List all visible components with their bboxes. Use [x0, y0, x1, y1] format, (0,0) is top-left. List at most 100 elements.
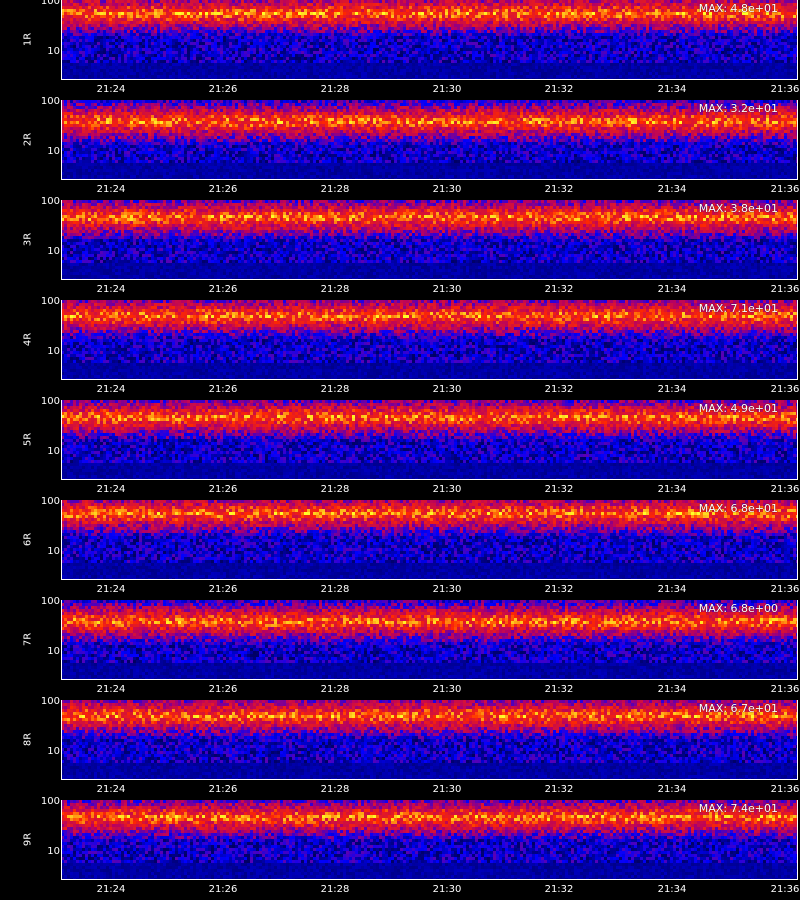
y-axis-label: 7R [22, 632, 34, 647]
x-tick-label: 21:24 [96, 684, 126, 695]
spectrogram-image [61, 600, 798, 680]
x-tick-label: 21:26 [208, 784, 238, 795]
y-tick-label: 10 [47, 546, 60, 557]
x-tick-label: 21:32 [544, 684, 574, 695]
y-axis-label: 4R [22, 332, 34, 347]
y-tick-label: 10 [47, 846, 60, 857]
x-tick-label: 21:32 [544, 884, 574, 895]
y-axis-label: 1R [22, 32, 34, 47]
y-axis-label: 2R [22, 132, 34, 147]
y-tick-label: 100 [40, 396, 60, 407]
x-tick-label: 21:30 [432, 84, 462, 95]
spectrogram-panel-8R: 8R 100 10 MAX: 6.7e+01 21:24 21:26 21:28 21:30 2… [0, 696, 800, 800]
x-tick-label: 21:28 [320, 184, 350, 195]
y-tick-label: 100 [40, 96, 60, 107]
x-tick-label: 21:36 [770, 584, 800, 595]
x-tick-label: 21:28 [320, 384, 350, 395]
x-tick-label: 21:24 [96, 384, 126, 395]
max-value-label: MAX: 7.4e+01 [698, 802, 778, 815]
x-tick-label: 21:34 [657, 584, 687, 595]
spectrogram-panel-9R: 9R 100 10 MAX: 7.4e+01 21:24 21:26 21:28 21:30 2… [0, 796, 800, 900]
x-tick-label: 21:30 [432, 484, 462, 495]
x-tick-label: 21:32 [544, 84, 574, 95]
x-tick-label: 21:26 [208, 484, 238, 495]
y-tick-label: 10 [47, 46, 60, 57]
spectrogram-panel-7R: 7R 100 10 MAX: 6.8e+00 21:24 21:26 21:28 21:30 2… [0, 596, 800, 700]
y-tick-label: 100 [40, 0, 60, 7]
x-tick-label: 21:36 [770, 384, 800, 395]
spectrogram-image [61, 0, 798, 80]
x-tick-label: 21:32 [544, 584, 574, 595]
x-tick-label: 21:34 [657, 484, 687, 495]
x-tick-label: 21:32 [544, 484, 574, 495]
x-tick-label: 21:36 [770, 84, 800, 95]
x-tick-label: 21:34 [657, 284, 687, 295]
max-value-label: MAX: 7.1e+01 [698, 302, 778, 315]
y-tick-label: 10 [47, 446, 60, 457]
x-tick-label: 21:30 [432, 784, 462, 795]
x-tick-label: 21:30 [432, 884, 462, 895]
y-tick-label: 10 [47, 746, 60, 757]
y-axis-label: 9R [22, 832, 34, 847]
y-tick-label: 10 [47, 146, 60, 157]
max-value-label: MAX: 3.8e+01 [698, 202, 778, 215]
spectrogram-panel-2R: 2R 100 10 MAX: 3.2e+01 21:24 21:26 21:28 21:30 2… [0, 96, 800, 200]
spectrogram-image [61, 500, 798, 580]
x-tick-label: 21:24 [96, 884, 126, 895]
x-tick-label: 21:36 [770, 784, 800, 795]
x-tick-label: 21:26 [208, 184, 238, 195]
spectrogram-panel-5R: 5R 100 10 MAX: 4.9e+01 21:24 21:26 21:28 21:30 2… [0, 396, 800, 500]
x-tick-label: 21:36 [770, 184, 800, 195]
x-tick-label: 21:28 [320, 284, 350, 295]
spectrogram-image [61, 300, 798, 380]
spectrogram-image [61, 200, 798, 280]
y-tick-label: 10 [47, 346, 60, 357]
max-value-label: MAX: 6.7e+01 [698, 702, 778, 715]
max-value-label: MAX: 6.8e+00 [698, 602, 778, 615]
x-tick-label: 21:24 [96, 84, 126, 95]
max-value-label: MAX: 4.8e+01 [698, 2, 778, 15]
max-value-label: MAX: 6.8e+01 [698, 502, 778, 515]
y-axis-label: 5R [22, 432, 34, 447]
x-tick-label: 21:30 [432, 584, 462, 595]
y-tick-label: 100 [40, 496, 60, 507]
spectrogram-panel-4R: 4R 100 10 MAX: 7.1e+01 21:24 21:26 21:28 21:30 2… [0, 296, 800, 400]
x-tick-label: 21:30 [432, 284, 462, 295]
spectrogram-image [61, 400, 798, 480]
x-tick-label: 21:28 [320, 784, 350, 795]
x-tick-label: 21:36 [770, 484, 800, 495]
x-tick-label: 21:28 [320, 684, 350, 695]
y-tick-label: 100 [40, 296, 60, 307]
max-value-label: MAX: 4.9e+01 [698, 402, 778, 415]
x-tick-label: 21:28 [320, 584, 350, 595]
x-tick-label: 21:32 [544, 184, 574, 195]
x-tick-label: 21:28 [320, 484, 350, 495]
x-tick-label: 21:32 [544, 284, 574, 295]
x-tick-label: 21:36 [770, 684, 800, 695]
x-tick-label: 21:30 [432, 684, 462, 695]
x-tick-label: 21:30 [432, 384, 462, 395]
x-tick-label: 21:28 [320, 84, 350, 95]
x-tick-label: 21:24 [96, 584, 126, 595]
spectrogram-image [61, 800, 798, 880]
spectrogram-panel-3R: 3R 100 10 MAX: 3.8e+01 21:24 21:26 21:28 21:30 2… [0, 196, 800, 300]
x-tick-label: 21:34 [657, 384, 687, 395]
y-axis-label: 8R [22, 732, 34, 747]
x-tick-label: 21:24 [96, 284, 126, 295]
x-tick-label: 21:34 [657, 884, 687, 895]
spectrogram-panel-1R: 1R 100 10 MAX: 4.8e+01 21:24 21:26 21:28 21:30 2… [0, 0, 800, 100]
x-tick-label: 21:34 [657, 84, 687, 95]
spectrogram-image [61, 100, 798, 180]
y-tick-label: 100 [40, 596, 60, 607]
spectrogram-panel-6R: 6R 100 10 MAX: 6.8e+01 21:24 21:26 21:28 21:30 2… [0, 496, 800, 600]
x-tick-label: 21:32 [544, 384, 574, 395]
y-axis-label: 3R [22, 232, 34, 247]
x-tick-label: 21:26 [208, 884, 238, 895]
y-tick-label: 100 [40, 196, 60, 207]
x-tick-label: 21:30 [432, 184, 462, 195]
x-tick-label: 21:24 [96, 184, 126, 195]
x-tick-label: 21:26 [208, 384, 238, 395]
x-tick-label: 21:32 [544, 784, 574, 795]
spectrogram-image [61, 700, 798, 780]
y-axis-label: 6R [22, 532, 34, 547]
